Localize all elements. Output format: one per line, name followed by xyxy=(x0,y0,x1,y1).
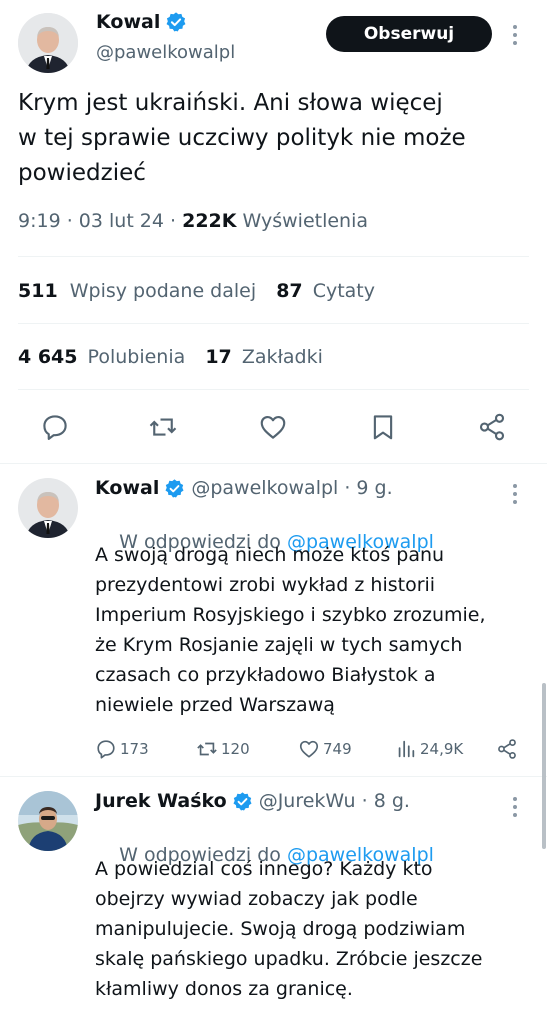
like-bookmark-stats: 4 645 Polubienia 17 Zakładki xyxy=(18,346,323,368)
divider xyxy=(0,463,547,464)
views-count: 24,9K xyxy=(420,740,464,758)
reply-header: Jurek Waśko @JurekWu · 8 g. xyxy=(95,790,410,812)
reply-count: 173 xyxy=(120,740,149,758)
heart-icon xyxy=(299,740,319,758)
reply-text-line: czasach co przykładowo Białystok a xyxy=(95,664,436,686)
tweet-text-line: Krym jest ukraiński. Ani słowa więcej xyxy=(18,90,443,116)
more-dots-icon[interactable] xyxy=(512,796,518,818)
reply-text: A swoją drogą niech może ktoś panu prezy… xyxy=(95,540,535,720)
reply-text-line: kłamliwy donos za granicę. xyxy=(95,978,353,1000)
more-dots-icon[interactable] xyxy=(512,483,518,505)
quotes-count[interactable]: 87 xyxy=(276,280,302,302)
reply-text: A powiedzial coś innego? Każdy kto obejr… xyxy=(95,854,535,1004)
reply-time[interactable]: · 8 g. xyxy=(356,790,410,812)
reply-text-line: A powiedzial coś innego? Każdy kto xyxy=(95,858,433,880)
share-icon[interactable] xyxy=(496,738,518,760)
person-photo-icon xyxy=(18,791,78,851)
retweet-quote-stats: 511 Wpisy podane dalej 87 Cytaty xyxy=(18,280,375,302)
reply-text-line: obejrzy wywiad zobaczy jak podle xyxy=(95,888,418,910)
reply-icon[interactable] xyxy=(40,412,70,442)
retweet-icon[interactable] xyxy=(148,412,178,442)
retweet-count: 120 xyxy=(221,740,250,758)
reply-time[interactable]: · 9 g. xyxy=(338,477,392,499)
verified-badge-icon xyxy=(165,478,184,498)
tweet-timestamp[interactable]: 9:19 · 03 lut 24 · xyxy=(18,210,182,232)
retweet-icon xyxy=(197,742,217,756)
reply-text-line: A swoją drogą niech może ktoś panu xyxy=(95,544,445,566)
person-photo-icon xyxy=(18,13,78,73)
reply-text-line: niewiele przed Warszawą xyxy=(95,694,335,716)
reply-text-line: skalę pańskiego upadku. Zróbcie jeszcze xyxy=(95,948,483,970)
tweet-text-line: powiedzieć xyxy=(18,160,146,186)
share-icon[interactable] xyxy=(477,412,507,442)
reply-icon xyxy=(97,740,115,759)
quotes-label[interactable]: Cytaty xyxy=(313,280,375,302)
reply-header: Kowal @pawelkowalpl · 9 g. xyxy=(95,477,393,499)
author-name-text: Kowal xyxy=(96,11,161,33)
heart-icon[interactable] xyxy=(258,412,288,442)
tweet-text-line: w tej sprawie uczciwy polityk nie może xyxy=(18,125,466,151)
person-photo-icon xyxy=(18,478,78,538)
reply-author-handle[interactable]: @pawelkowalpl xyxy=(191,477,338,499)
reply-author-handle[interactable]: @JurekWu xyxy=(259,790,356,812)
reply-author-name[interactable]: Kowal xyxy=(95,477,159,499)
bookmarks-label[interactable]: Zakładki xyxy=(242,346,323,368)
reply-author-avatar[interactable] xyxy=(18,478,78,538)
verified-badge-icon xyxy=(166,12,186,32)
reply-author-avatar[interactable] xyxy=(18,791,78,851)
views-button[interactable]: 24,9K xyxy=(395,738,463,760)
divider xyxy=(18,389,529,390)
reply-text-line: manipulujecie. Swoją drogą podziwiam xyxy=(95,918,466,940)
scrollbar-thumb[interactable] xyxy=(542,683,546,849)
bookmark-icon[interactable] xyxy=(368,412,398,442)
reply-text-line: prezydentowi zrobi wykład z historii xyxy=(95,574,436,596)
follow-button[interactable]: Obserwuj xyxy=(326,16,492,52)
likes-count[interactable]: 4 645 xyxy=(18,346,78,368)
retweets-label[interactable]: Wpisy podane dalej xyxy=(70,280,256,302)
author-name[interactable]: Kowal xyxy=(96,11,187,33)
author-handle[interactable]: @pawelkowalpl xyxy=(96,42,235,63)
divider xyxy=(0,776,547,777)
like-button[interactable]: 749 xyxy=(298,738,352,760)
reply-text-line: Imperium Rosyjskiego i szybko zrozumie, xyxy=(95,604,486,626)
reply-button[interactable]: 173 xyxy=(95,738,149,760)
divider xyxy=(18,256,529,257)
likes-label[interactable]: Polubienia xyxy=(88,346,186,368)
reply-author-name[interactable]: Jurek Waśko xyxy=(95,790,227,812)
tweet-text: Krym jest ukraiński. Ani słowa więcej w … xyxy=(18,86,466,191)
views-count: 222K xyxy=(182,210,237,232)
reply-text-line: że Krym Rosjanie zajęli w tych samych xyxy=(95,634,463,656)
views-chart-icon xyxy=(398,740,415,758)
views-label: Wyświetlenia xyxy=(236,210,369,232)
retweet-button[interactable]: 120 xyxy=(196,738,250,760)
divider xyxy=(18,323,529,324)
bookmarks-count[interactable]: 17 xyxy=(205,346,231,368)
author-avatar[interactable] xyxy=(18,13,78,73)
like-count: 749 xyxy=(323,740,352,758)
retweets-count[interactable]: 511 xyxy=(18,280,58,302)
verified-badge-icon xyxy=(233,791,252,811)
tweet-meta: 9:19 · 03 lut 24 · 222K Wyświetlenia xyxy=(18,210,368,232)
more-dots-icon[interactable] xyxy=(512,24,518,46)
